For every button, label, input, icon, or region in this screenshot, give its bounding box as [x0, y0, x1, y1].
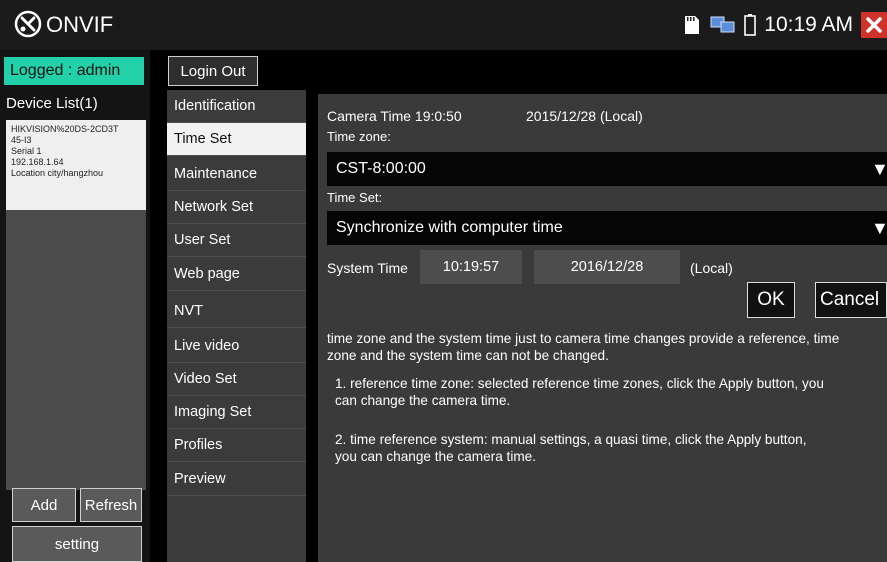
- menu-item-video-set[interactable]: Video Set: [167, 363, 306, 396]
- device-location: Location city/hangzhou: [11, 168, 104, 178]
- timezone-label: Time zone:: [327, 129, 391, 144]
- device-name-cont: 45-I3: [11, 135, 32, 145]
- note-line: you can change the camera time.: [335, 449, 536, 464]
- settings-menu: Identification Time Set Maintenance Netw…: [167, 90, 306, 562]
- note-line: 1. reference time zone: selected referen…: [335, 376, 824, 391]
- note-line: can change the camera time.: [335, 393, 511, 408]
- dropdown-arrow-icon: ▼: [871, 159, 887, 179]
- title-bar: ONVIF 10:19 AM: [0, 0, 887, 50]
- menu-item-nvt[interactable]: NVT: [167, 295, 306, 328]
- note-line: 2. time reference system: manual setting…: [335, 432, 807, 447]
- status-area: 10:19 AM: [684, 8, 887, 42]
- menu-item-live-video[interactable]: Live video: [167, 330, 306, 363]
- timezone-select[interactable]: CST-8:00:00 ▼: [327, 152, 887, 186]
- login-out-button[interactable]: Login Out: [168, 56, 258, 86]
- timezone-value: CST-8:00:00: [336, 160, 426, 177]
- device-serial: Serial 1: [11, 146, 42, 156]
- menu-item-imaging-set[interactable]: Imaging Set: [167, 396, 306, 429]
- time-set-panel: Camera Time 19:0:50 2015/12/28 (Local) T…: [318, 94, 887, 562]
- refresh-button[interactable]: Refresh: [80, 488, 142, 522]
- system-date-value[interactable]: 2016/12/28: [534, 250, 680, 284]
- device-list-item[interactable]: HIKVISION%20DS-2CD3T 45-I3 Serial 1 192.…: [6, 120, 146, 210]
- dropdown-arrow-icon: ▼: [871, 218, 887, 238]
- local-label: (Local): [690, 260, 733, 276]
- camera-time: Camera Time 19:0:50: [327, 108, 462, 124]
- timeset-select[interactable]: Synchronize with computer time ▼: [327, 211, 887, 245]
- system-time-value[interactable]: 10:19:57: [420, 250, 522, 284]
- description-text: time zone and the system time just to ca…: [327, 330, 839, 364]
- device-list-area: [6, 210, 146, 490]
- menu-item-user-set[interactable]: User Set: [167, 224, 306, 257]
- note-2: 2. time reference system: manual setting…: [335, 431, 806, 465]
- onvif-logo-icon: [14, 10, 42, 38]
- description-line: time zone and the system time just to ca…: [327, 331, 840, 346]
- camera-date: 2015/12/28 (Local): [526, 108, 643, 124]
- app-title: ONVIF: [46, 12, 114, 37]
- setting-button[interactable]: setting: [12, 526, 142, 562]
- system-time-label: System Time: [327, 260, 408, 276]
- menu-item-profiles[interactable]: Profiles: [167, 429, 306, 462]
- description-line: zone and the system time can not be chan…: [327, 348, 609, 363]
- menu-item-network-set[interactable]: Network Set: [167, 191, 306, 224]
- menu-item-maintenance[interactable]: Maintenance: [167, 158, 306, 191]
- menu-item-web-page[interactable]: Web page: [167, 258, 306, 291]
- sd-card-icon: [685, 16, 700, 34]
- menu-item-preview[interactable]: Preview: [167, 463, 306, 496]
- left-panel: Logged : admin Device List(1) HIKVISION%…: [0, 50, 150, 562]
- logged-status: Logged : admin: [4, 57, 144, 85]
- ok-button[interactable]: OK: [747, 282, 795, 318]
- add-button[interactable]: Add: [12, 488, 76, 522]
- menu-item-time-set[interactable]: Time Set: [167, 123, 306, 156]
- menu-item-identification[interactable]: Identification: [167, 90, 306, 123]
- close-button[interactable]: [861, 12, 887, 38]
- clock: 10:19 AM: [764, 13, 853, 36]
- timeset-label: Time Set:: [327, 190, 383, 205]
- device-list-title: Device List(1): [6, 95, 98, 112]
- network-icon: [710, 16, 735, 33]
- device-name: HIKVISION%20DS-2CD3T: [11, 124, 119, 134]
- close-icon: [866, 17, 882, 33]
- battery-icon: [744, 14, 757, 36]
- cancel-button[interactable]: Cancel: [815, 282, 887, 318]
- timeset-value: Synchronize with computer time: [336, 219, 563, 236]
- device-ip: 192.168.1.64: [11, 157, 64, 167]
- note-1: 1. reference time zone: selected referen…: [335, 375, 824, 409]
